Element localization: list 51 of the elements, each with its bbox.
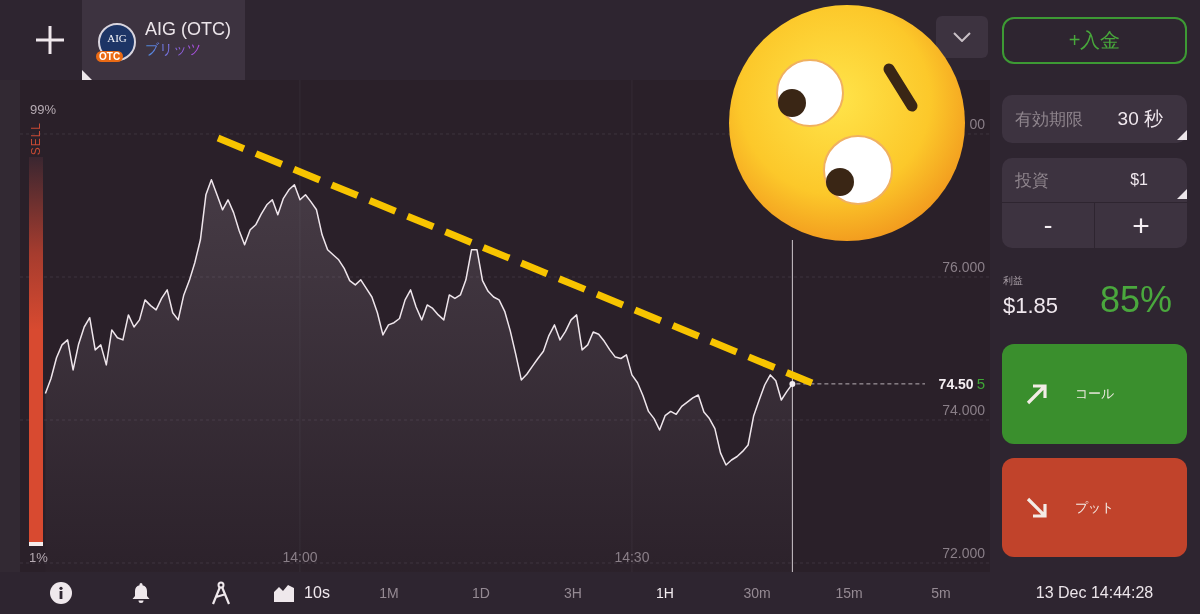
bell-icon[interactable] xyxy=(131,582,151,604)
clock-label: 13 Dec 14:44:28 xyxy=(1035,584,1154,602)
dropdown-button[interactable] xyxy=(936,16,988,58)
put-button[interactable]: プット xyxy=(1002,458,1187,557)
asset-tab[interactable]: AIG OTC AIG (OTC) ブリッツ xyxy=(82,0,245,80)
asset-name: AIG (OTC) xyxy=(145,18,231,40)
profit-percent: 85% xyxy=(1099,280,1172,320)
y-axis-label: 00 xyxy=(969,116,985,132)
increase-button[interactable]: + xyxy=(1095,203,1187,248)
period-tab[interactable]: 3H xyxy=(527,585,619,601)
y-axis-label: 76.000 xyxy=(942,259,985,275)
investment-value: $1 xyxy=(1130,171,1148,189)
area-chart-icon[interactable] xyxy=(274,584,295,602)
deposit-button[interactable]: +入金 xyxy=(1002,17,1187,64)
sentiment-percent: 99% xyxy=(30,102,57,118)
chevron-down-icon xyxy=(953,32,971,42)
investment-label: 投資 xyxy=(1015,169,1049,192)
period-tab[interactable]: 15m xyxy=(803,585,895,601)
profit-label: 利益 xyxy=(1003,274,1024,288)
call-button[interactable]: コール xyxy=(1002,344,1187,444)
corner-triangle-icon xyxy=(82,70,92,80)
compass-icon[interactable] xyxy=(210,581,232,605)
y-axis-label: 72.000 xyxy=(942,545,985,561)
price-marker-icon xyxy=(789,380,796,387)
logo-text: AIG xyxy=(107,32,127,44)
period-tab[interactable]: 1D xyxy=(435,585,527,601)
sentiment-percent: 1% xyxy=(29,550,48,566)
sell-label: SELL xyxy=(30,122,42,156)
corner-triangle-icon xyxy=(1177,189,1187,199)
period-tab[interactable]: 30m xyxy=(711,585,803,601)
period-tab[interactable]: 5m xyxy=(895,585,987,601)
period-tab[interactable]: 1M xyxy=(343,585,435,601)
decrease-button[interactable]: - xyxy=(1002,203,1094,248)
info-icon[interactable] xyxy=(50,582,72,604)
profit-amount: $1.85 xyxy=(1003,292,1059,320)
expiry-label: 有効期限 xyxy=(1015,108,1083,131)
investment-field[interactable]: 投資 $1 xyxy=(1002,158,1187,202)
otc-badge: OTC xyxy=(96,51,124,62)
expiry-field[interactable]: 有効期限 30 秒 xyxy=(1002,95,1187,143)
plus-icon xyxy=(36,26,64,54)
arrow-up-right-icon xyxy=(1026,383,1048,405)
x-axis-label: 14:00 xyxy=(282,549,318,565)
current-price-label: 74.50 5 xyxy=(938,374,985,392)
expiry-value: 30 秒 xyxy=(1117,107,1163,131)
candle-size-label[interactable]: 10s xyxy=(304,584,330,602)
arrow-down-right-icon xyxy=(1026,496,1048,519)
corner-triangle-icon xyxy=(1177,130,1187,140)
x-axis-label: 14:30 xyxy=(614,549,650,565)
emoji-face-icon xyxy=(729,5,965,241)
y-axis-label: 74.000 xyxy=(942,402,985,418)
period-tab[interactable]: 1H xyxy=(619,585,711,601)
